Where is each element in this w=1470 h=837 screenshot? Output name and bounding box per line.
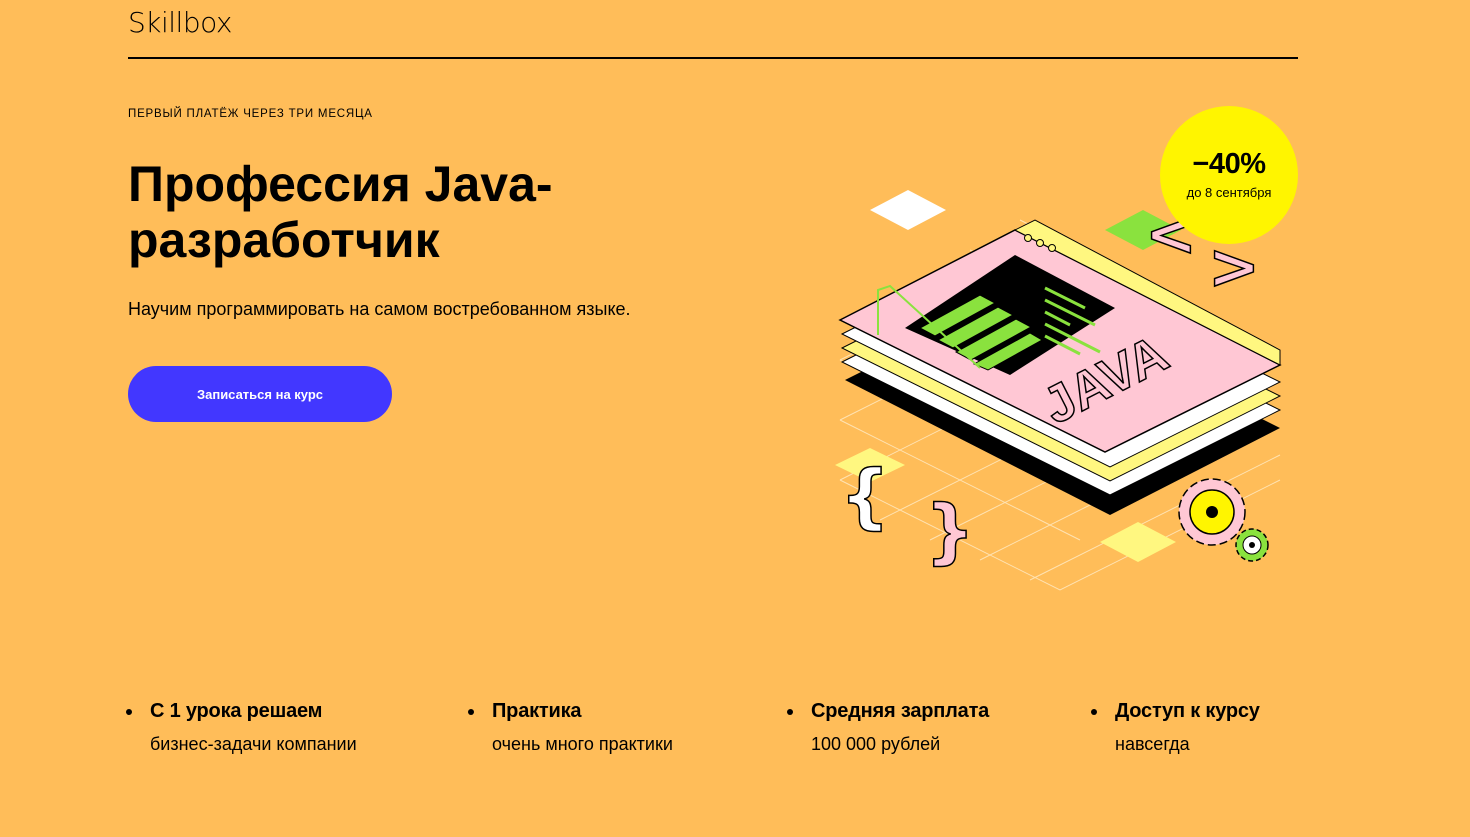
gear-large-icon bbox=[1178, 478, 1246, 546]
curly-brace-right: } bbox=[925, 490, 975, 572]
bullet-icon bbox=[1091, 709, 1097, 715]
page-title: Профессия Java-разработчик bbox=[128, 156, 553, 268]
bullet-icon bbox=[126, 709, 132, 715]
discount-value: −40% bbox=[1192, 148, 1266, 180]
diamond-tile-yellow bbox=[1100, 522, 1176, 562]
discount-deadline: до 8 сентября bbox=[1186, 185, 1272, 200]
feature-subtitle: навсегда bbox=[1115, 734, 1190, 754]
hero-eyebrow: ПЕРВЫЙ ПЛАТЁЖ ЧЕРЕЗ ТРИ МЕСЯЦА bbox=[128, 108, 373, 120]
feature-title: Практика bbox=[492, 700, 582, 722]
hero-subtitle: Научим программировать на самом востребо… bbox=[128, 299, 631, 319]
window-dot-3 bbox=[1048, 244, 1056, 252]
bullet-icon bbox=[787, 709, 793, 715]
skillbox-logo[interactable]: Skillbox bbox=[128, 6, 232, 39]
header-divider bbox=[128, 57, 1298, 59]
window-dot-1 bbox=[1024, 234, 1032, 242]
feature-subtitle: 100 000 рублей bbox=[811, 734, 941, 754]
gear-small-icon bbox=[1235, 528, 1269, 562]
window-dot-2 bbox=[1036, 239, 1044, 247]
diamond-tile-white bbox=[870, 190, 946, 230]
bullet-icon bbox=[468, 709, 474, 715]
feature-title: Средняя зарплата bbox=[811, 700, 990, 722]
feature-subtitle: бизнес-задачи компании bbox=[150, 734, 357, 754]
enroll-button[interactable]: Записаться на курс bbox=[128, 366, 392, 422]
feature-subtitle: очень много практики bbox=[492, 734, 673, 754]
curly-brace-left: { bbox=[840, 455, 890, 537]
feature-title: Доступ к курсу bbox=[1115, 700, 1260, 722]
features-list: С 1 урока решаем бизнес-задачи компании … bbox=[126, 700, 1306, 770]
feature-title: С 1 урока решаем bbox=[150, 700, 323, 722]
discount-badge: −40% до 8 сентября bbox=[1160, 106, 1298, 244]
